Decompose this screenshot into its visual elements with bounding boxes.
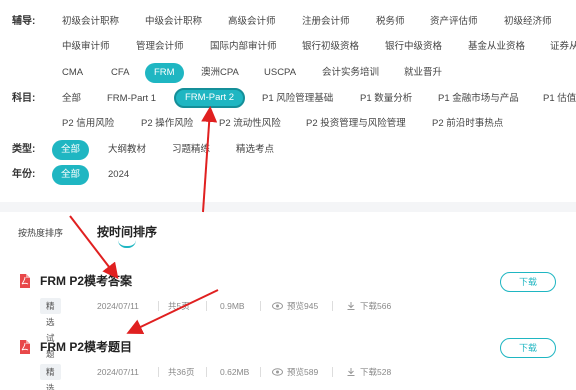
item-title[interactable]: FRM P2模考题目 xyxy=(40,340,132,354)
download-icon xyxy=(347,302,355,310)
item-tag: 精选试题 xyxy=(40,298,61,359)
filter-chip[interactable]: 管理会计师 xyxy=(136,37,184,57)
divider xyxy=(158,301,159,311)
filter-chip[interactable]: 中级会计职称 xyxy=(145,12,202,32)
filter-panel: 辅导: 初级会计职称 中级会计职称 高级会计师 注册会计师 税务师 资产评估师 … xyxy=(0,0,576,200)
item-size: 0.9MB xyxy=(220,301,245,311)
item-downloads: 下载566 xyxy=(360,301,392,311)
item-pages: 共36页 xyxy=(168,367,195,377)
item-downloads: 下载528 xyxy=(360,367,392,377)
filter-chip[interactable]: 银行中级资格 xyxy=(385,37,442,57)
item-views: 预览945 xyxy=(287,301,319,311)
filter-label-year: 年份: xyxy=(12,169,36,180)
download-button[interactable]: 下载 xyxy=(500,338,556,358)
filter-chip[interactable]: P2 投资管理与风险管理 xyxy=(306,114,406,134)
item-date: 2024/07/11 xyxy=(97,367,139,377)
filter-chip[interactable]: 国际内部审计师 xyxy=(210,37,277,57)
filter-chip[interactable]: P2 流动性风险 xyxy=(219,114,281,134)
item-date: 2024/07/11 xyxy=(97,301,139,311)
list-item: FRM P2模考答案 精选试题 2024/07/11 共5页 0.9MB 预览9… xyxy=(0,272,576,359)
filter-chip[interactable]: 高级会计师 xyxy=(228,12,276,32)
filter-chip[interactable]: CFA xyxy=(111,63,129,83)
filter-chip[interactable]: 税务师 xyxy=(376,12,405,32)
pdf-icon xyxy=(20,274,30,288)
sort-by-heat[interactable]: 按热度排序 xyxy=(18,226,63,239)
item-size: 0.62MB xyxy=(220,367,250,377)
divider xyxy=(260,367,261,377)
filter-label-subject-area: 辅导: xyxy=(12,16,36,27)
filter-chip[interactable]: P1 风险管理基础 xyxy=(262,89,333,109)
filter-chip[interactable]: P1 数量分析 xyxy=(360,89,412,109)
sort-by-time[interactable]: 按时间排序 xyxy=(97,223,157,240)
item-views: 预览589 xyxy=(287,367,319,377)
divider xyxy=(332,301,333,311)
list-item: FRM P2模考题目 精选试题 2024/07/11 共36页 0.62MB 预… xyxy=(0,338,576,390)
filter-chip[interactable]: P2 信用风险 xyxy=(62,114,114,134)
filter-chip[interactable]: 注册会计师 xyxy=(302,12,350,32)
filter-label-course: 科目: xyxy=(12,93,36,104)
download-icon xyxy=(347,368,355,376)
divider xyxy=(332,367,333,377)
sort-bar: 按热度排序 按时间排序 xyxy=(0,212,576,250)
divider xyxy=(206,367,207,377)
pdf-icon xyxy=(20,340,30,354)
filter-chip[interactable]: 会计实务培训 xyxy=(322,63,379,83)
filter-chip-frm[interactable]: FRM xyxy=(145,63,184,83)
filter-chip[interactable]: 2024 xyxy=(108,165,129,185)
filter-chip[interactable]: 证券从业 xyxy=(550,37,576,57)
filter-chip[interactable]: USCPA xyxy=(264,63,296,83)
item-tag: 精选试题 xyxy=(40,364,61,390)
filter-chip[interactable]: P1 估值 xyxy=(543,89,576,109)
filter-chip[interactable]: P1 金融市场与产品 xyxy=(438,89,519,109)
filter-chip-type-all[interactable]: 全部 xyxy=(52,140,90,160)
filter-chip[interactable]: 就业晋升 xyxy=(404,63,442,83)
filter-chip[interactable]: 澳洲CPA xyxy=(201,63,239,83)
filter-chip[interactable]: 资产评估师 xyxy=(430,12,478,32)
filter-chip[interactable]: P2 操作风险 xyxy=(141,114,193,134)
filter-chip[interactable]: CMA xyxy=(62,63,83,83)
filter-chip-frm-part-2[interactable]: FRM-Part 2 xyxy=(174,88,246,108)
filter-chip[interactable]: 习题精练 xyxy=(172,140,210,160)
filter-chip[interactable]: 中级审计师 xyxy=(62,37,110,57)
eye-icon xyxy=(272,368,283,376)
filter-chip[interactable]: P2 前沿时事热点 xyxy=(432,114,503,134)
filter-chip[interactable]: 大纲教材 xyxy=(108,140,146,160)
sort-active-indicator xyxy=(118,240,136,248)
eye-icon xyxy=(272,302,283,310)
filter-chip[interactable]: 全部 xyxy=(62,89,81,109)
download-button[interactable]: 下载 xyxy=(500,272,556,292)
filter-chip[interactable]: 基金从业资格 xyxy=(468,37,525,57)
divider xyxy=(206,301,207,311)
item-title[interactable]: FRM P2模考答案 xyxy=(40,274,132,288)
filter-chip-year-all[interactable]: 全部 xyxy=(52,165,90,185)
filter-chip[interactable]: 精选考点 xyxy=(236,140,274,160)
filter-chip[interactable]: 初级经济师 xyxy=(504,12,552,32)
filter-chip[interactable]: 银行初级资格 xyxy=(302,37,359,57)
filter-label-type: 类型: xyxy=(12,144,36,155)
filter-chip[interactable]: 初级会计职称 xyxy=(62,12,119,32)
divider xyxy=(260,301,261,311)
section-divider xyxy=(0,202,576,212)
divider xyxy=(158,367,159,377)
item-pages: 共5页 xyxy=(168,301,190,311)
filter-chip[interactable]: FRM-Part 1 xyxy=(107,89,156,109)
